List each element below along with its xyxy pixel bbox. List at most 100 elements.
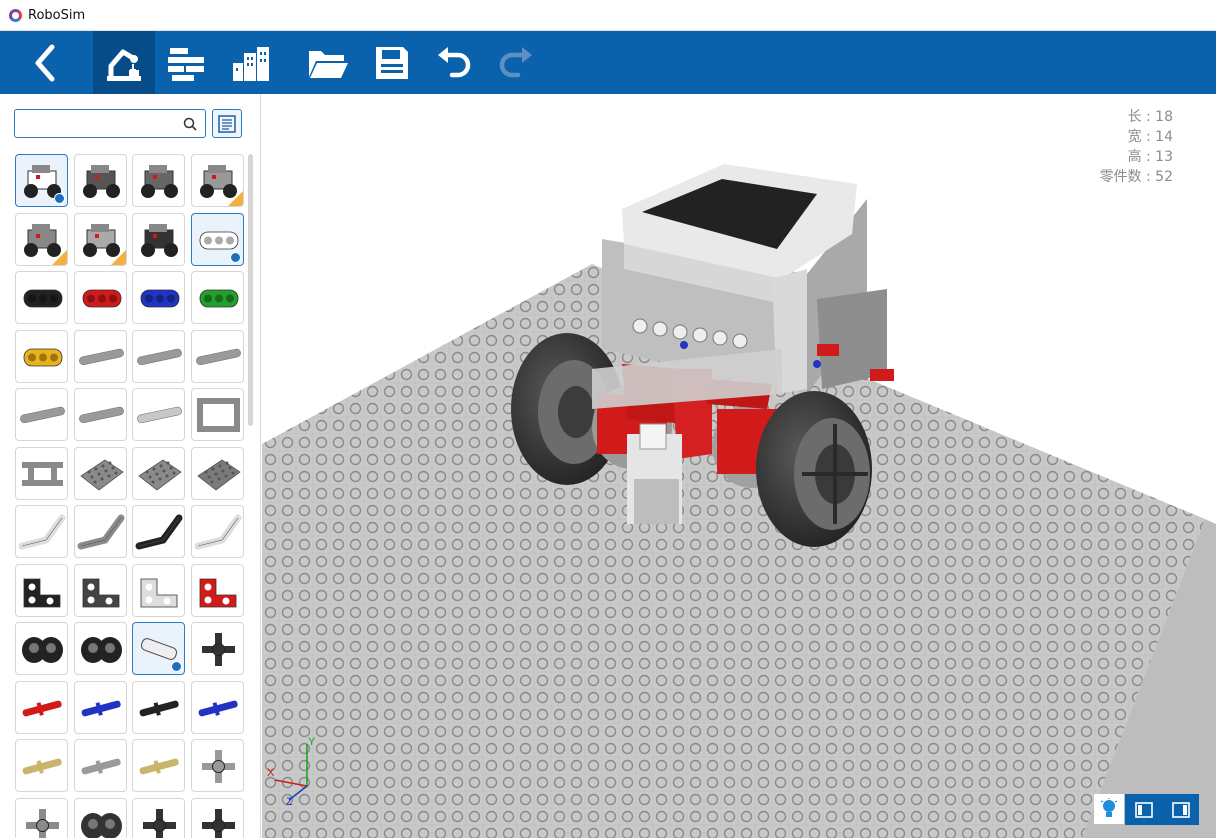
part-tile[interactable] [15,154,68,207]
redo-icon [499,46,532,77]
info-badge-icon[interactable] [229,251,241,263]
part-tile[interactable] [73,329,127,383]
3d-viewport[interactable]: 长 : 18 宽 : 14 高 : 13 零件数 : 52 Y X Z [262,94,1216,838]
part-thumbnail [80,812,122,838]
part-tile[interactable] [132,446,185,500]
part-tile[interactable] [190,446,244,500]
open-button[interactable] [302,31,354,94]
part-thumbnail [199,289,238,308]
part-thumbnail [201,633,235,666]
axis-gizmo: Y X Z [267,736,316,808]
part-tile[interactable] [190,505,244,558]
part-tile[interactable] [190,271,244,324]
part-tile[interactable] [132,563,185,617]
part-tile[interactable] [190,622,244,675]
part-tile[interactable] [15,388,68,441]
part-tile[interactable] [73,739,127,792]
light-button[interactable] [1094,794,1124,824]
part-tile[interactable] [132,680,185,734]
part-tile[interactable] [190,154,244,207]
app-logo-icon [9,8,22,22]
info-badge-icon[interactable] [54,193,65,204]
part-tile[interactable] [73,563,127,617]
search-box [14,109,206,138]
part-thumbnail [18,514,66,550]
search-icon[interactable] [183,117,197,131]
part-tile[interactable] [15,563,68,617]
part-tile[interactable] [190,680,244,734]
part-tile[interactable] [190,797,244,838]
part-tile[interactable] [132,739,185,792]
part-thumbnail [138,459,182,491]
part-thumbnail [199,578,236,607]
part-tile[interactable] [15,446,68,500]
part-tile[interactable] [73,271,127,324]
undo-icon [438,46,471,77]
part-tile[interactable] [132,797,185,838]
part-thumbnail [78,348,124,365]
build-mode-button[interactable] [93,31,155,94]
part-tile[interactable] [73,446,127,500]
part-tile[interactable] [132,212,185,266]
undo-button[interactable] [428,31,480,94]
panel-right-icon[interactable] [1171,801,1190,818]
part-tile[interactable] [73,505,127,558]
scene-canvas[interactable] [262,94,1216,838]
part-thumbnail [22,758,62,775]
catalog-button[interactable] [212,109,242,138]
search-input[interactable] [19,110,179,137]
part-thumbnail [22,637,63,663]
part-tile[interactable] [73,388,127,441]
part-tile[interactable] [73,680,127,734]
scene-button[interactable] [225,31,277,94]
part-tile[interactable] [190,212,244,266]
part-tile[interactable] [73,797,127,838]
part-tile[interactable] [15,329,68,383]
part-tile[interactable] [132,271,185,324]
assembly-steps-button[interactable] [160,31,212,94]
part-thumbnail [82,289,121,308]
redo-button[interactable] [490,31,542,94]
part-tile[interactable] [15,797,68,838]
model-dimensions: 长 : 18 宽 : 14 高 : 13 零件数 : 52 [1100,107,1173,187]
part-thumbnail [81,758,121,775]
part-thumbnail [79,459,124,491]
part-thumbnail [141,223,178,257]
part-thumbnail [143,808,176,838]
part-thumbnail [139,700,179,716]
dimension-width: 宽 : 14 [1127,129,1173,145]
part-tile[interactable] [132,154,185,207]
part-thumbnail [198,700,238,716]
part-tile[interactable] [73,622,127,675]
back-button[interactable] [14,31,76,94]
part-tile[interactable] [132,329,185,383]
part-tile[interactable] [132,505,185,558]
assembly-steps-icon [168,47,204,81]
part-tile[interactable] [15,680,68,734]
part-thumbnail [140,578,178,607]
part-tile[interactable] [132,622,185,675]
save-button[interactable] [366,31,418,94]
part-tile[interactable] [132,388,185,441]
info-badge-icon[interactable] [171,661,182,672]
lightbulb-icon [1100,798,1118,817]
robot-arm-icon [107,49,141,81]
part-tile[interactable] [73,212,127,266]
part-thumbnail [82,165,120,198]
new-part-badge [227,191,243,206]
sidebar-scrollbar[interactable] [248,154,253,426]
part-tile[interactable] [190,739,244,792]
part-tile[interactable] [15,622,68,675]
part-tile[interactable] [15,212,68,266]
part-thumbnail [137,406,182,424]
part-tile[interactable] [73,154,127,207]
part-tile[interactable] [190,388,244,441]
part-tile[interactable] [190,329,244,383]
part-tile[interactable] [15,505,68,558]
panel-left-icon[interactable] [1134,801,1153,818]
part-thumbnail [194,514,241,550]
part-tile[interactable] [15,739,68,792]
part-thumbnail [196,459,241,491]
part-tile[interactable] [15,271,68,324]
part-tile[interactable] [190,563,244,617]
